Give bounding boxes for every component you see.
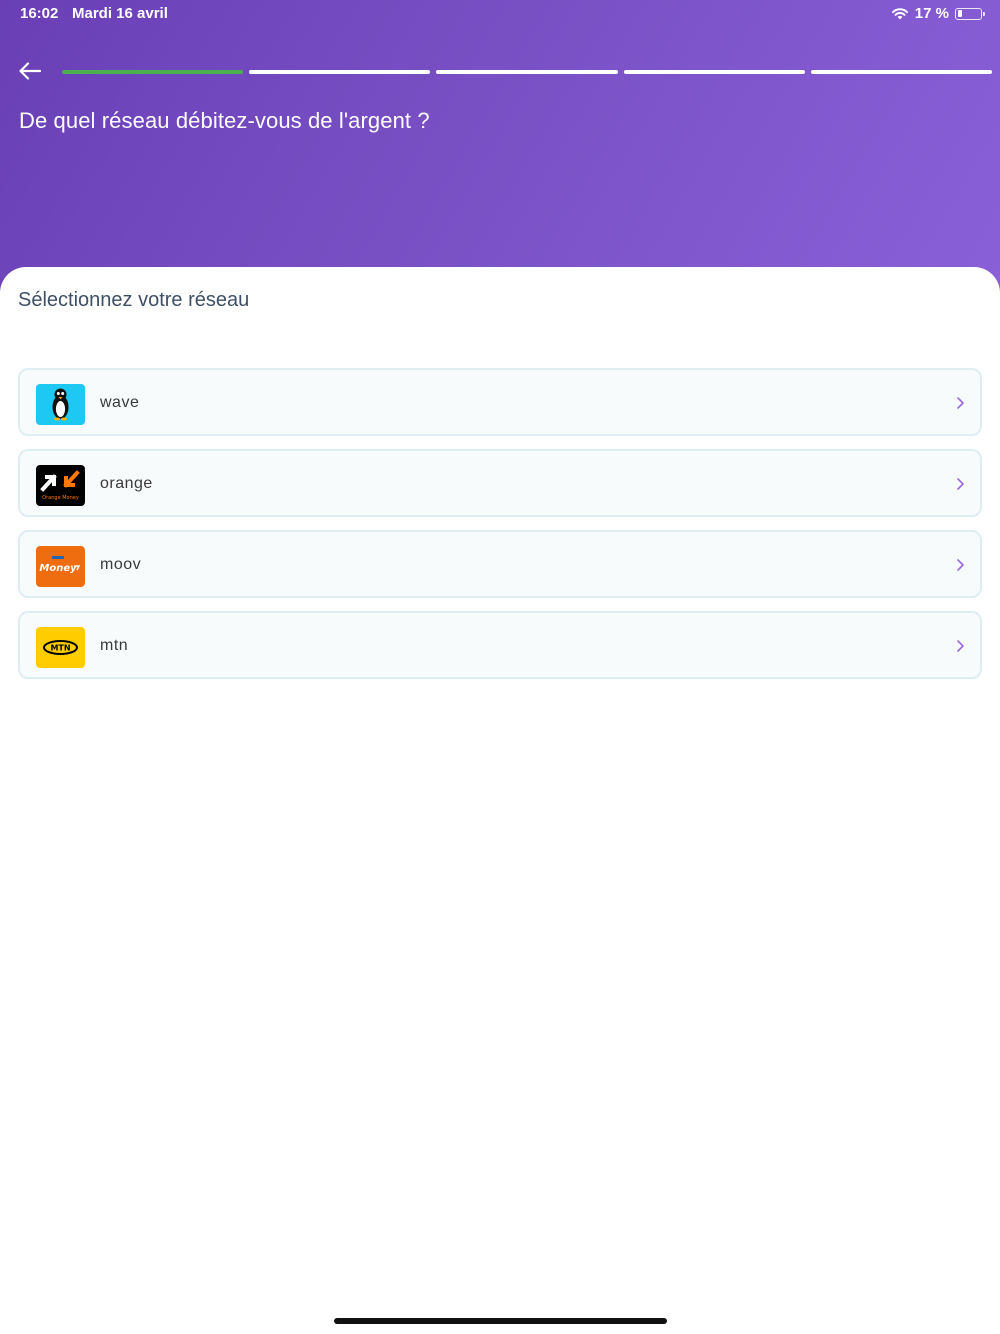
chevron-right-icon	[954, 395, 966, 411]
chevron-right-icon	[954, 638, 966, 654]
back-button[interactable]	[14, 58, 46, 88]
wifi-icon	[891, 7, 909, 20]
orange-money-logo: Orange Money	[36, 465, 85, 506]
network-label: wave	[100, 394, 140, 411]
network-item-mtn[interactable]: MTN mtn	[18, 611, 982, 679]
battery-icon	[955, 7, 985, 20]
status-date: Mardi 16 avril	[72, 5, 168, 22]
network-label: orange	[100, 475, 153, 492]
wave-penguin-logo	[36, 384, 85, 425]
progress-step	[436, 70, 618, 74]
network-sheet: Sélectionnez votre réseau wave Orange Mo…	[0, 267, 1000, 1334]
network-label: mtn	[100, 637, 129, 654]
arrow-left-icon	[19, 61, 42, 85]
progress-step	[62, 70, 244, 74]
mtn-logo-text: MTN	[50, 644, 70, 653]
chevron-right-icon	[954, 557, 966, 573]
network-item-moov[interactable]: Money moov	[18, 530, 982, 598]
moov-money-logo-text: Money	[39, 563, 77, 574]
mtn-logo: MTN	[36, 627, 85, 668]
status-time: 16:02	[20, 5, 59, 22]
step-progress	[62, 70, 993, 74]
network-item-wave[interactable]: wave	[18, 368, 982, 436]
status-indicators: 17 %	[891, 5, 985, 22]
battery-percentage: 17 %	[914, 5, 949, 22]
header: 16:02 Mardi 16 avril 17 % De quel réseau…	[0, 0, 1000, 300]
progress-step	[810, 70, 993, 74]
progress-step	[623, 70, 805, 74]
network-label: moov	[100, 556, 142, 573]
network-item-orange[interactable]: Orange Money orange	[18, 449, 982, 517]
battery-level-fill	[957, 10, 962, 17]
section-title: Sélectionnez votre réseau	[18, 289, 250, 311]
chevron-right-icon	[954, 476, 966, 492]
moov-money-logo: Money	[36, 546, 85, 587]
status-bar: 16:02 Mardi 16 avril 17 %	[0, 0, 1000, 28]
progress-step	[249, 70, 431, 74]
network-list: wave Orange Money orange Money moov MTN …	[18, 368, 982, 692]
page-title: De quel réseau débitez-vous de l'argent …	[19, 108, 430, 133]
screen: 16:02 Mardi 16 avril 17 % De quel réseau…	[0, 0, 1000, 1334]
home-indicator[interactable]	[334, 1318, 667, 1324]
orange-money-logo-text: Orange Money	[42, 495, 79, 501]
